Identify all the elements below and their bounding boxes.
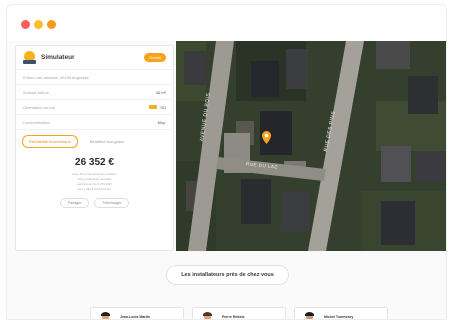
installers-button[interactable]: Les installateurs près de chez vous (166, 265, 289, 285)
avatar (100, 311, 111, 319)
installer-name: Pierre Rebelo (222, 315, 245, 319)
installer-name: Jean-Louis Martin (120, 315, 150, 319)
installers-list: Jean-Louis Martin Pierre Rebelo Michel T… (90, 307, 388, 319)
result-description: Avec 40 m² de panneaux solaires votre pr… (16, 172, 173, 192)
sun-logo-icon (23, 51, 36, 64)
free-badge: Gratuit (143, 53, 166, 62)
field-label: Orientation du toit (23, 104, 55, 110)
installer-card[interactable]: Pierre Rebelo (192, 307, 286, 319)
maximize-window-button[interactable] (47, 20, 56, 29)
field-label: Surface toiture (23, 89, 50, 95)
roof-icon (149, 105, 158, 109)
tab-rentabilite[interactable]: Rentabilité économique (22, 135, 78, 148)
minimize-window-button[interactable] (34, 20, 43, 29)
installer-card[interactable]: Jean-Louis Martin (90, 307, 184, 319)
simulator-header: Simulateur Gratuit (16, 46, 173, 70)
avatar (304, 311, 315, 319)
browser-window: Simulateur Gratuit Entrez une adresse, 4… (6, 4, 447, 320)
estimated-price: 26 352 € (75, 157, 114, 168)
window-titlebar (7, 5, 446, 41)
field-value-wrap: SO (149, 105, 166, 110)
description-line: soit 1 290 € d'économies (77, 187, 112, 191)
address-input[interactable]: Entrez une adresse, 40150 Angresse (16, 70, 173, 85)
installer-card[interactable]: Michel Tournesey (294, 307, 388, 319)
simulator-title: Simulateur (41, 54, 75, 61)
result-tabs: Rentabilité économique Bénéfice éco-gain… (16, 130, 173, 148)
share-button[interactable]: Partager (59, 198, 90, 208)
roof-orientation-field[interactable]: Orientation du toit SO (16, 100, 173, 115)
simulator-panel: Simulateur Gratuit Entrez une adresse, 4… (15, 45, 174, 251)
tab-benefice[interactable]: Bénéfice éco-gains (84, 136, 130, 147)
roof-surface-field[interactable]: Surface toiture 40 m² (16, 85, 173, 100)
field-value: Moy. (157, 119, 166, 125)
download-button[interactable]: Télécharger (94, 198, 130, 208)
satellite-map[interactable]: AVENUE DU BOIS RUE DES PINS RUE DU LAC (176, 41, 446, 251)
address-placeholder: Entrez une adresse, 40150 Angresse (23, 74, 89, 80)
page-content: Simulateur Gratuit Entrez une adresse, 4… (7, 41, 446, 319)
location-pin-icon[interactable] (262, 131, 271, 144)
result-actions: Partager Télécharger (16, 198, 173, 208)
map-imagery (176, 41, 446, 251)
installers-section: Les installateurs près de chez vous (7, 263, 446, 285)
field-value: 40 m² (155, 89, 166, 95)
close-window-button[interactable] (21, 20, 30, 29)
field-label: Consommation (23, 119, 50, 125)
consumption-field[interactable]: Consommation Moy. (16, 115, 173, 130)
avatar (202, 311, 213, 319)
field-value: SO (160, 104, 166, 110)
installer-name: Michel Tournesey (324, 315, 354, 319)
